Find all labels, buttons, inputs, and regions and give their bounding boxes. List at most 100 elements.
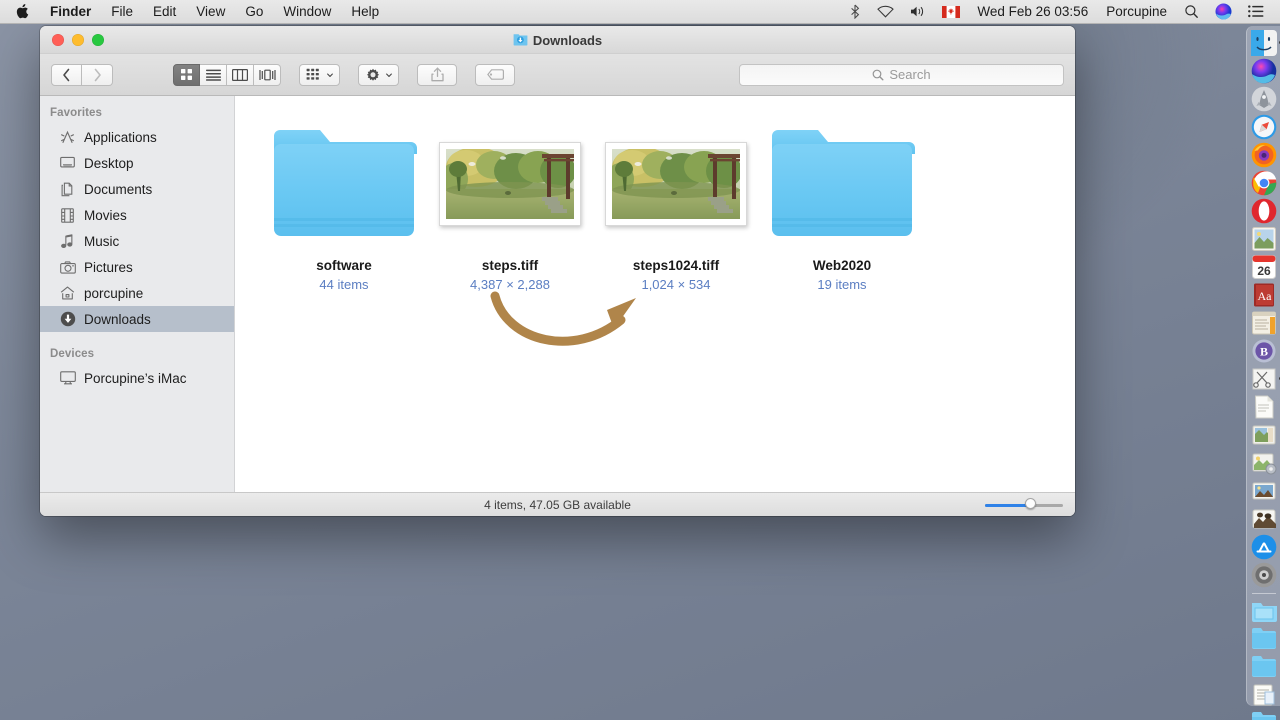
calendar-day: 26	[1257, 264, 1271, 278]
back-button[interactable]	[51, 63, 82, 86]
menu-item-go[interactable]: Go	[235, 0, 273, 24]
file-thumbnail	[769, 118, 915, 250]
file-item-steps1024-tiff[interactable]: steps1024.tiff 1,024 × 534	[593, 118, 759, 292]
downloads-stack-icon[interactable]	[1251, 599, 1277, 625]
documents-folder-icon[interactable]	[1251, 627, 1277, 653]
sidebar-item-porcupine-home[interactable]: porcupine	[40, 280, 234, 306]
file-name: steps1024.tiff	[632, 258, 720, 273]
dictionary-icon[interactable]: Aa	[1251, 282, 1277, 308]
icon-size-slider[interactable]	[985, 498, 1063, 509]
chevron-down-icon	[386, 72, 392, 77]
movies-icon	[59, 207, 76, 224]
notes-icon[interactable]	[1251, 310, 1277, 336]
view-mode-buttons	[173, 63, 281, 86]
sidebar-item-label: Pictures	[84, 259, 133, 275]
snapshot-icon[interactable]	[1251, 366, 1280, 392]
textedit-icon[interactable]	[1251, 394, 1277, 420]
menu-bar-status-area: Wed Feb 26 03:56 Porcupine	[841, 0, 1280, 24]
forward-button[interactable]	[82, 63, 113, 86]
sidebar-item-downloads[interactable]: Downloads	[40, 306, 234, 332]
system-preferences-icon[interactable]	[1251, 562, 1277, 588]
finder-window: Downloads Search Favorites Applications …	[40, 26, 1075, 516]
bbedit-icon[interactable]: B	[1251, 338, 1277, 364]
slider-knob[interactable]	[1025, 498, 1036, 509]
menu-item-window[interactable]: Window	[273, 0, 341, 24]
image-capture-icon[interactable]	[1251, 478, 1277, 504]
action-gear-button[interactable]	[358, 63, 399, 86]
safari-icon[interactable]	[1251, 114, 1277, 140]
minimize-button[interactable]	[72, 33, 84, 46]
notification-center-icon[interactable]	[1240, 0, 1272, 24]
menu-bar-username[interactable]: Porcupine	[1097, 4, 1176, 19]
file-meta: 4,387 × 2,288	[470, 277, 550, 292]
traffic-lights	[40, 33, 104, 46]
graphic-converter-icon[interactable]	[1251, 450, 1277, 476]
window-title: Downloads	[532, 32, 603, 48]
siri-icon[interactable]	[1251, 58, 1277, 84]
finder-icon[interactable]	[1250, 30, 1280, 56]
recent-documents-icon[interactable]	[1251, 683, 1277, 709]
volume-icon[interactable]	[902, 0, 934, 24]
file-grid-area[interactable]: software 44 items steps.tiff 4,387 × 2,2…	[235, 96, 1075, 492]
opera-icon[interactable]	[1251, 198, 1277, 224]
file-name: software	[316, 258, 372, 273]
sidebar-item-applications[interactable]: Applications	[40, 124, 234, 150]
apple-menu-icon[interactable]	[11, 0, 40, 24]
garden-photo	[446, 149, 574, 219]
canadian-flag-icon[interactable]	[934, 0, 968, 24]
photos-icon[interactable]	[1251, 506, 1277, 532]
file-name: Web2020	[812, 258, 872, 273]
dock: 26 Aa B	[1246, 26, 1280, 720]
edit-tags-button[interactable]	[475, 63, 515, 86]
sidebar-section-favorites-header: Favorites	[50, 107, 103, 119]
sidebar-item-label: Downloads	[84, 311, 151, 327]
sidebar-item-imac[interactable]: Porcupine’s iMac	[40, 365, 234, 391]
preview-icon[interactable]	[1251, 226, 1277, 252]
share-button[interactable]	[417, 63, 457, 86]
menu-item-finder[interactable]: Finder	[40, 0, 101, 24]
menu-item-edit[interactable]: Edit	[143, 0, 186, 24]
menu-item-file[interactable]: File	[101, 0, 143, 24]
file-item-software[interactable]: software 44 items	[261, 118, 427, 292]
icon-view-button[interactable]	[173, 63, 200, 86]
sidebar-item-documents[interactable]: Documents	[40, 176, 234, 202]
menu-bar-clock[interactable]: Wed Feb 26 03:56	[968, 4, 1097, 19]
close-button[interactable]	[52, 33, 64, 46]
search-input[interactable]: Search	[739, 63, 1064, 86]
pages-icon[interactable]	[1251, 422, 1277, 448]
calendar-icon[interactable]: 26	[1251, 254, 1277, 280]
downloads-icon	[59, 311, 76, 328]
file-item-web2020[interactable]: Web2020 19 items	[759, 118, 925, 292]
chrome-icon[interactable]	[1251, 170, 1277, 196]
coverflow-view-button[interactable]	[254, 63, 281, 86]
file-meta: 44 items	[319, 277, 369, 292]
menu-item-view[interactable]: View	[186, 0, 235, 24]
list-view-button[interactable]	[200, 63, 227, 86]
sidebar-item-pictures[interactable]: Pictures	[40, 254, 234, 280]
firefox-icon[interactable]	[1251, 142, 1277, 168]
column-view-button[interactable]	[227, 63, 254, 86]
wifi-icon[interactable]	[869, 0, 902, 24]
spotlight-search-icon[interactable]	[1176, 0, 1207, 24]
projects-folder-icon[interactable]	[1251, 655, 1277, 681]
sidebar-item-label: Desktop	[84, 155, 134, 171]
search-placeholder: Search	[889, 67, 931, 82]
menu-item-help[interactable]: Help	[341, 0, 389, 24]
sidebar-item-movies[interactable]: Movies	[40, 202, 234, 228]
siri-icon[interactable]	[1207, 0, 1240, 24]
folder-icon	[274, 130, 417, 236]
work-folder-icon[interactable]	[1251, 711, 1277, 720]
svg-text:B: B	[1259, 345, 1267, 359]
photo-frame	[439, 142, 581, 226]
app-store-icon[interactable]	[1251, 534, 1277, 560]
zoom-button[interactable]	[92, 33, 104, 46]
file-icon-row: software 44 items steps.tiff 4,387 × 2,2…	[235, 96, 1075, 292]
launchpad-icon[interactable]	[1251, 86, 1277, 112]
sidebar-item-desktop[interactable]: Desktop	[40, 150, 234, 176]
arrange-by-button[interactable]	[299, 63, 340, 86]
bluetooth-icon[interactable]	[841, 0, 869, 24]
sidebar-item-music[interactable]: Music	[40, 228, 234, 254]
window-titlebar[interactable]: Downloads	[40, 26, 1075, 54]
file-item-steps-tiff[interactable]: steps.tiff 4,387 × 2,288	[427, 118, 593, 292]
status-text: 4 items, 47.05 GB available	[484, 497, 631, 512]
